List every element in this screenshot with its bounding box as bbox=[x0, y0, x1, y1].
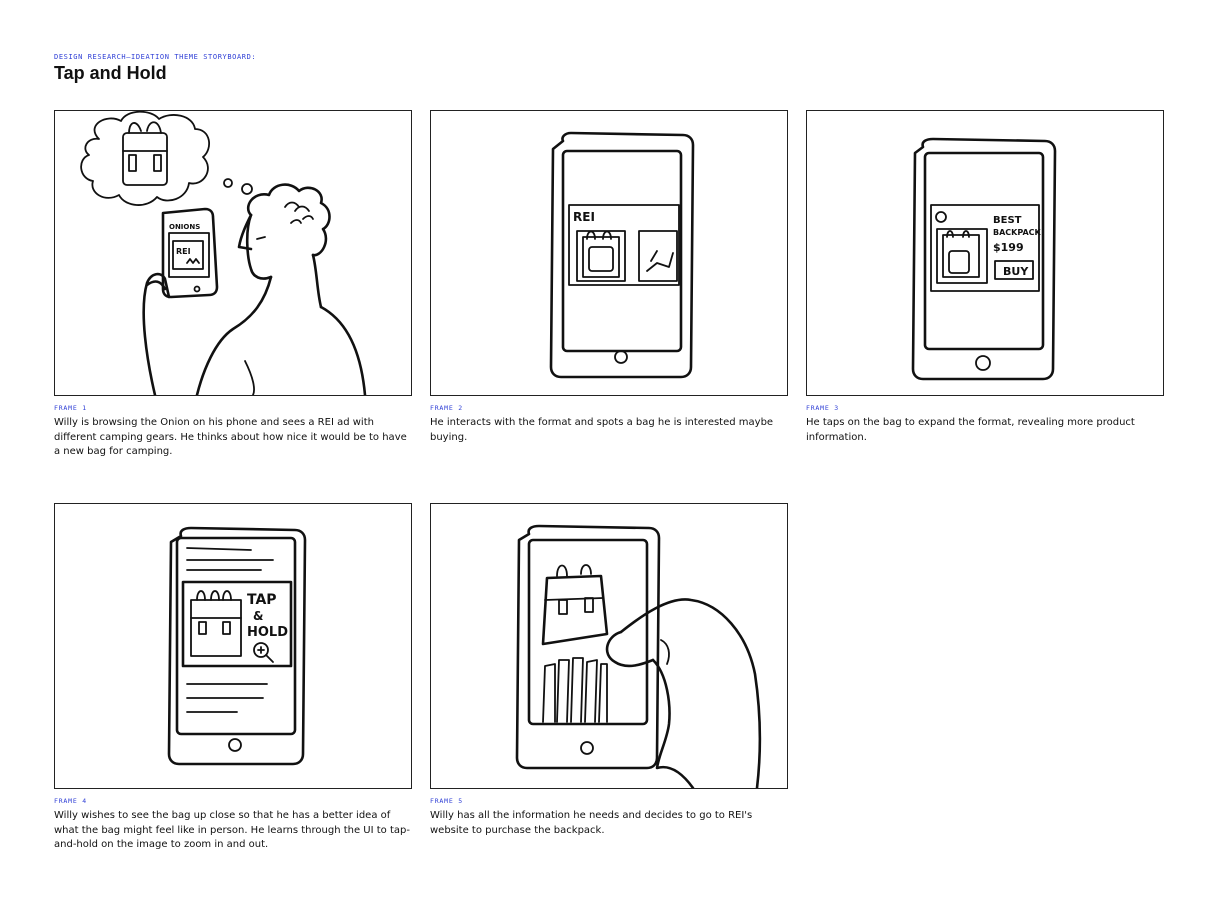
sketch-price-label: $199 bbox=[993, 241, 1024, 254]
sketch-buy-label: BUY bbox=[1003, 265, 1029, 278]
frame-2-label: FRAME 2 bbox=[430, 404, 463, 412]
sketch-hold-label: HOLD bbox=[247, 625, 288, 640]
frame-5-sketch bbox=[430, 503, 788, 789]
frame-5-label: FRAME 5 bbox=[430, 797, 463, 805]
frame-2-caption: He interacts with the format and spots a… bbox=[430, 417, 774, 443]
frame-5-caption: Willy has all the information he needs a… bbox=[430, 810, 753, 836]
sketch-onion-site-label: ONIONS bbox=[169, 223, 200, 231]
frame-4-sketch: TAP & HOLD bbox=[54, 503, 412, 789]
sketch-rei-label: REI bbox=[176, 247, 191, 256]
frame-1-sketch: ONIONS REI bbox=[54, 110, 412, 396]
storyboard-frame-1: ONIONS REI FRAME 1 Willy is browsing the… bbox=[54, 110, 412, 460]
frame-4-label: FRAME 4 bbox=[54, 797, 87, 805]
sketch-tap-label: TAP bbox=[247, 592, 277, 608]
frame-4-caption: Willy wishes to see the bag up close so … bbox=[54, 810, 410, 850]
frame-3-label: FRAME 3 bbox=[806, 404, 839, 412]
sketch-best-label: BEST bbox=[993, 215, 1022, 226]
frame-1-caption: Willy is browsing the Onion on his phone… bbox=[54, 417, 407, 457]
sketch-ampersand-label: & bbox=[253, 609, 263, 623]
sketch-rei-label: REI bbox=[573, 210, 595, 224]
page-eyebrow: DESIGN RESEARCH—IDEATION THEME STORYBOAR… bbox=[54, 53, 257, 61]
storyboard-frame-2: REI FRAME 2 He interacts with the format… bbox=[430, 110, 788, 445]
frame-1-label: FRAME 1 bbox=[54, 404, 87, 412]
frame-3-sketch: BEST BACKPACK $199 BUY bbox=[806, 110, 1164, 396]
frame-2-sketch: REI bbox=[430, 110, 788, 396]
frame-3-caption: He taps on the bag to expand the format,… bbox=[806, 417, 1135, 443]
sketch-backpack-label: BACKPACK bbox=[993, 228, 1042, 237]
page-title: Tap and Hold bbox=[54, 63, 167, 83]
storyboard-frame-4: TAP & HOLD FRAME 4 Willy wishes to see t… bbox=[54, 503, 412, 853]
storyboard-frame-5: FRAME 5 Willy has all the information he… bbox=[430, 503, 788, 838]
storyboard-frame-3: BEST BACKPACK $199 BUY FRAME 3 He taps o… bbox=[806, 110, 1164, 445]
